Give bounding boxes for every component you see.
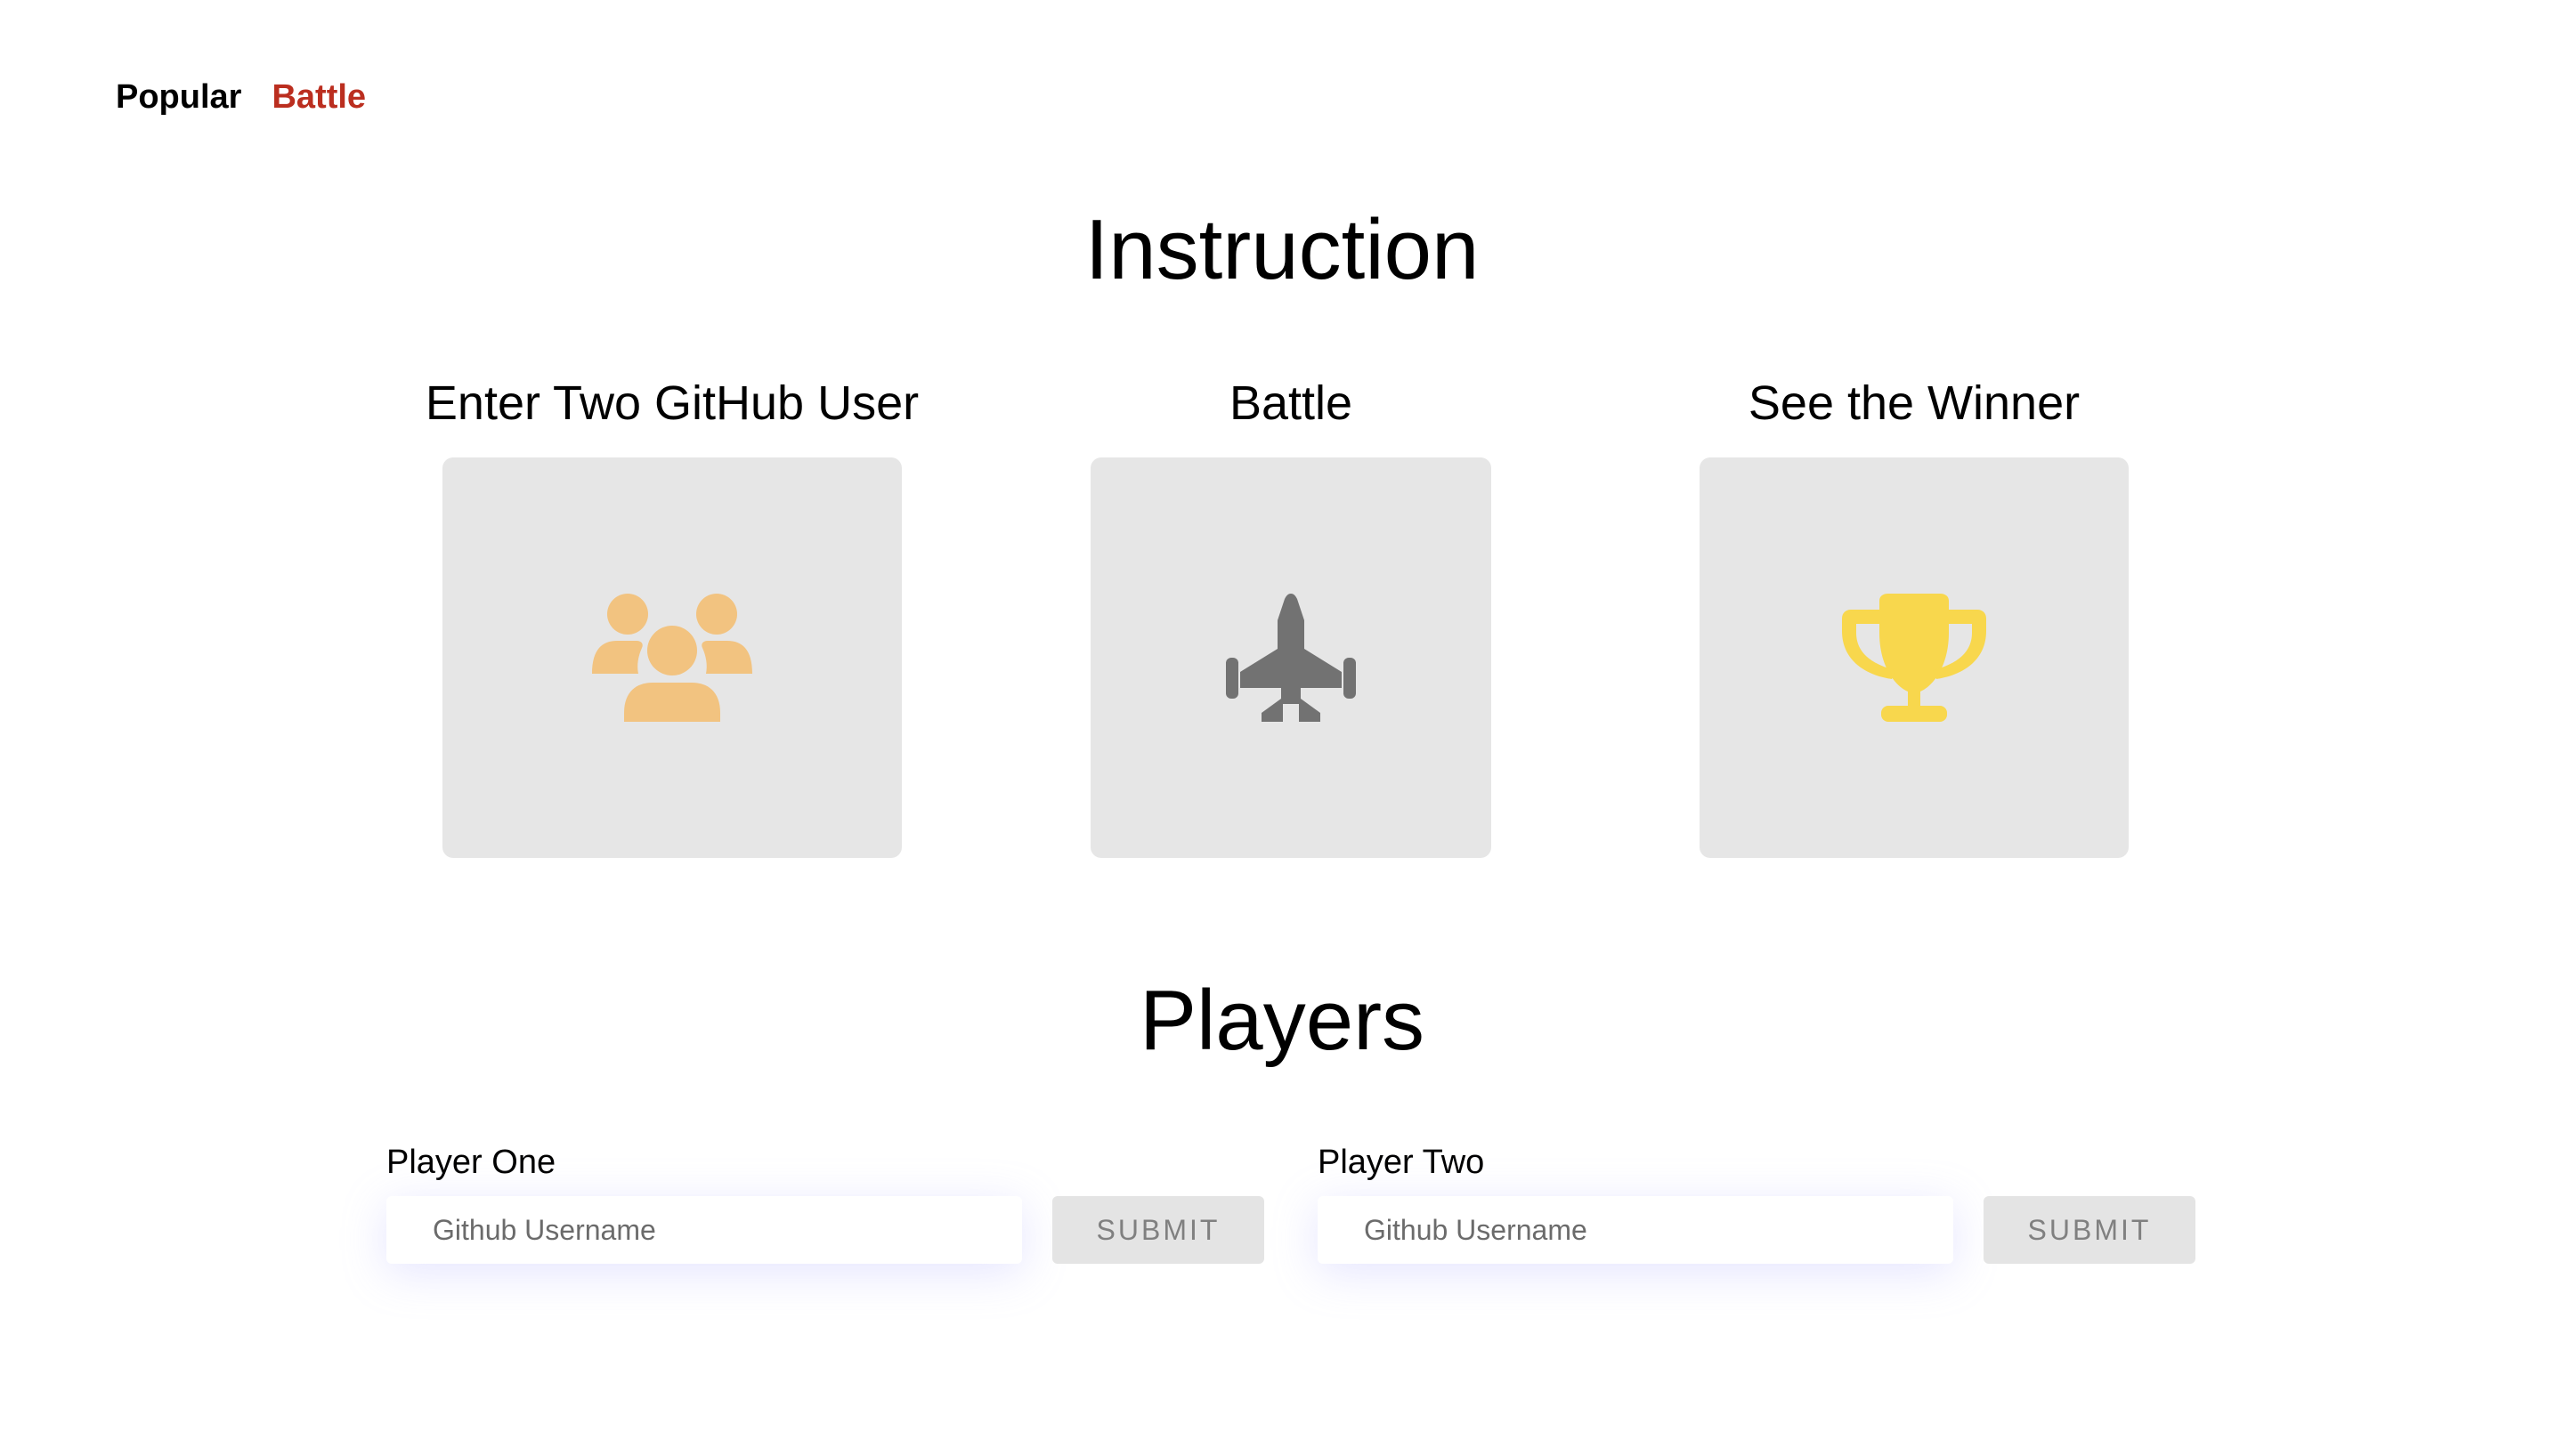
instruction-step-battle: Battle [1006, 372, 1576, 858]
step-card [1091, 457, 1491, 858]
trophy-icon [1842, 594, 1986, 722]
player-one-form: Player One SUBMIT [386, 1141, 1264, 1264]
player-one-label: Player One [386, 1144, 556, 1181]
player-two-label: Player Two [1318, 1144, 1485, 1181]
player-one-row: SUBMIT [386, 1196, 1264, 1264]
player-two-username-input[interactable] [1318, 1196, 1953, 1264]
nav-link-popular[interactable]: Popular [116, 78, 241, 117]
step-card [442, 457, 902, 858]
instruction-step-enter-users: Enter Two GitHub User [392, 372, 953, 858]
step-label: Enter Two GitHub User [425, 376, 920, 430]
nav-link-battle[interactable]: Battle [272, 78, 366, 117]
fighter-jet-icon [1226, 594, 1356, 722]
users-icon [592, 594, 752, 722]
instruction-title: Instruction [1084, 202, 1480, 297]
step-label: See the Winner [1748, 376, 2081, 430]
top-nav: Popular Battle [116, 78, 366, 117]
player-two-submit-button[interactable]: SUBMIT [1984, 1196, 2195, 1264]
step-card [1700, 457, 2129, 858]
player-one-submit-button[interactable]: SUBMIT [1052, 1196, 1264, 1264]
instruction-step-see-winner: See the Winner [1629, 372, 2199, 858]
player-two-form: Player Two SUBMIT [1318, 1141, 2195, 1264]
player-two-row: SUBMIT [1318, 1196, 2195, 1264]
player-one-username-input[interactable] [386, 1196, 1022, 1264]
players-title: Players [1139, 973, 1425, 1068]
step-label: Battle [1229, 376, 1353, 430]
